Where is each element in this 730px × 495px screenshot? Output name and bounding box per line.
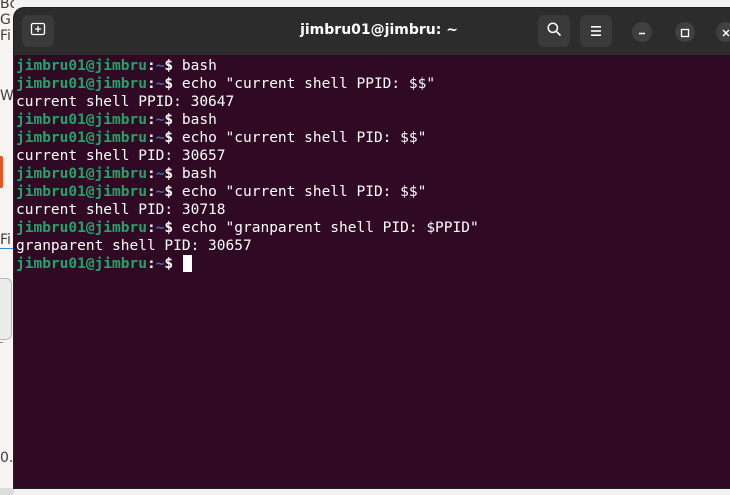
output-text: current shell PID: 30718 [16,202,226,218]
output-text: current shell PPID: 30647 [16,94,235,110]
terminal-output-area[interactable]: jimbru01@jimbru:~$ bash jimbru01@jimbru:… [16,55,730,488]
output-text: current shell PID: 30657 [16,148,226,164]
terminal-cursor[interactable] [182,255,192,272]
terminal-line: jimbru01@jimbru:~$ bash [16,57,730,75]
background-divider [0,342,3,343]
hamburger-menu-icon [589,22,603,41]
prompt-symbol: $ [164,130,182,146]
terminal-line: jimbru01@jimbru:~$ echo "granparent shel… [16,219,730,237]
prompt-user-host: jimbru01@jimbru [16,76,147,92]
background-bottom-bar [0,488,14,495]
terminal-line: jimbru01@jimbru:~$ echo "current shell P… [16,129,730,147]
background-text-fragment: Fi [0,28,11,44]
background-text-fragment: 0. [0,450,14,466]
background-text-fragment: G [0,12,11,28]
prompt-user-host: jimbru01@jimbru [16,130,147,146]
search-button[interactable] [538,15,570,47]
background-window[interactable]: Bo G Fi W Fi 0. [0,0,14,495]
minimize-icon [637,23,647,42]
terminal-line: jimbru01@jimbru:~$ bash [16,111,730,129]
desktop: Bo G Fi W Fi 0. jimbru01@jimbru: ~ jimbr… [0,0,730,495]
command-text: echo "current shell PPID: $$" [181,76,436,92]
search-icon [546,21,562,41]
background-panel[interactable] [0,278,12,340]
output-text: granparent shell PID: 30657 [16,238,252,254]
command-text: echo "current shell PID: $$" [181,184,427,200]
maximize-icon [680,23,690,42]
prompt-separator: : [146,184,156,200]
command-text: bash [181,112,217,128]
prompt-symbol: $ [164,184,182,200]
terminal-line: granparent shell PID: 30657 [16,237,730,255]
prompt-user-host: jimbru01@jimbru [16,256,147,272]
terminal-line: current shell PPID: 30647 [16,93,730,111]
prompt-separator: : [146,58,156,74]
background-text-fragment: Bo [0,0,14,12]
maximize-button[interactable] [675,22,695,42]
prompt-separator: : [146,112,156,128]
prompt-separator: : [146,256,156,272]
command-text: bash [181,58,217,74]
terminal-window: jimbru01@jimbru: ~ jimbru01@jimbru:~$ ba… [14,8,730,488]
window-title: jimbru01@jimbru: ~ [300,22,458,38]
prompt-user-host: jimbru01@jimbru [16,220,147,236]
prompt-separator: : [146,220,156,236]
command-text: bash [181,166,217,182]
close-button[interactable] [716,22,730,42]
background-accent-tab[interactable] [0,156,3,188]
new-tab-button[interactable] [22,15,54,47]
terminal-line: jimbru01@jimbru:~$ echo "current shell P… [16,75,730,93]
menu-button[interactable] [580,15,612,47]
new-tab-icon [30,21,46,41]
terminal-line: current shell PID: 30657 [16,147,730,165]
prompt-symbol: $ [164,256,182,272]
prompt-separator: : [146,166,156,182]
terminal-line: jimbru01@jimbru:~$ echo "current shell P… [16,183,730,201]
prompt-separator: : [146,76,156,92]
prompt-user-host: jimbru01@jimbru [16,58,147,74]
prompt-symbol: $ [164,112,182,128]
prompt-symbol: $ [164,220,182,236]
background-text-fragment: Fi [0,232,11,248]
terminal-line: jimbru01@jimbru:~$ bash [16,165,730,183]
background-text-fragment: W [0,88,14,104]
command-text: echo "current shell PID: $$" [181,130,427,146]
background-link-underline [0,248,14,249]
prompt-symbol: $ [164,58,182,74]
close-icon [721,23,730,42]
prompt-separator: : [146,130,156,146]
prompt-symbol: $ [164,76,182,92]
terminal-line: current shell PID: 30718 [16,201,730,219]
command-text: echo "granparent shell PID: $PPID" [181,220,479,236]
prompt-user-host: jimbru01@jimbru [16,112,147,128]
window-titlebar[interactable]: jimbru01@jimbru: ~ [14,8,730,55]
terminal-active-line[interactable]: jimbru01@jimbru:~$ [16,255,730,273]
prompt-user-host: jimbru01@jimbru [16,166,147,182]
prompt-symbol: $ [164,166,182,182]
prompt-user-host: jimbru01@jimbru [16,184,147,200]
minimize-button[interactable] [632,22,652,42]
